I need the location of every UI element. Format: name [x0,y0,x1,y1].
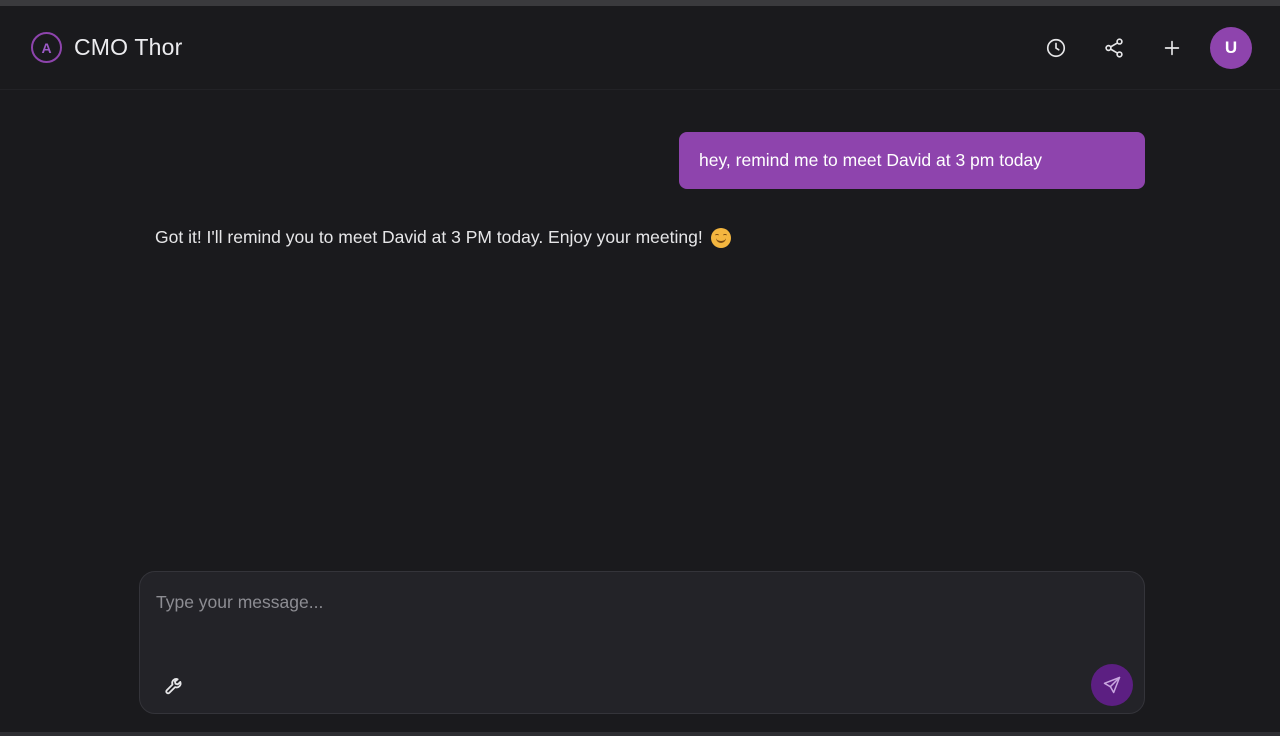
send-button[interactable] [1091,664,1133,706]
brand-logo: A [31,32,62,63]
page-title: CMO Thor [74,34,183,60]
assistant-message: Got it! I'll remind you to meet David at… [155,227,731,248]
window-bottom-strip [0,732,1280,736]
assistant-message-text: Got it! I'll remind you to meet David at… [155,227,703,247]
conversation: hey, remind me to meet David at 3 pm tod… [0,90,1280,560]
send-icon [1103,676,1121,694]
header-actions: U [1036,26,1252,69]
share-button[interactable] [1094,28,1134,68]
message-input[interactable] [156,592,1116,652]
message-composer [139,571,1145,714]
wrench-icon [165,678,182,695]
share-icon [1105,37,1123,58]
user-message: hey, remind me to meet David at 3 pm tod… [679,132,1145,189]
plus-icon [1164,40,1180,55]
history-button[interactable] [1036,28,1076,68]
brand: A CMO Thor [31,32,183,63]
tools-button[interactable] [160,670,190,700]
app-header: A CMO Thor U [0,6,1280,90]
new-chat-button[interactable] [1152,28,1192,68]
user-avatar[interactable]: U [1210,26,1252,69]
clock-icon [1046,38,1066,57]
smiling-face-icon [710,227,731,248]
